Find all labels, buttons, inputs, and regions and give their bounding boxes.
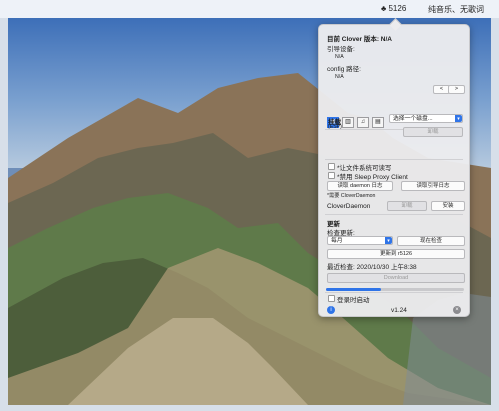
clover-status-item[interactable]: ♣ 5126	[381, 4, 409, 13]
update-progress-fill	[326, 288, 382, 291]
daemon-log-button[interactable]: 读取 daemon 日志	[327, 181, 393, 191]
update-to-button[interactable]: 更新到 r5126	[327, 249, 465, 259]
separator	[325, 159, 463, 160]
separator	[325, 214, 463, 215]
dropdown-arrow-icon: ▾	[455, 115, 462, 122]
info-icon[interactable]: i	[327, 306, 335, 314]
disk-select-value: 选择一个磁盘...	[393, 116, 433, 122]
esp-label: (ESP)	[328, 124, 342, 130]
update-interval-select[interactable]: 每月 ▾	[327, 236, 393, 245]
status-label: 5126	[388, 4, 407, 13]
clover-icon: ♣	[381, 4, 387, 13]
tools-tab-icon[interactable]: ▤	[372, 117, 384, 128]
separator	[325, 292, 463, 293]
theme-tab-icon[interactable]: ▥	[342, 117, 354, 128]
clover-panel: 目前 Clover 版本: N/A 引导设备: N/A config 路径: N…	[318, 18, 470, 317]
clover-daemon-label: CloverDaemon	[327, 203, 371, 210]
music-tab-icon[interactable]: ♫	[357, 117, 369, 128]
dropdown-arrow-icon: ▾	[385, 237, 392, 244]
boot-device-label: 引导设备:	[327, 46, 355, 53]
config-path-value: N/A	[335, 74, 344, 80]
clover-version-label: 目前 Clover 版本: N/A	[327, 36, 393, 43]
update-interval-value: 每月	[331, 238, 343, 244]
sleep-proxy-checkbox[interactable]	[328, 172, 335, 179]
check-now-button[interactable]: 现在检查	[397, 236, 465, 246]
forward-button[interactable]: >	[448, 85, 465, 94]
login-start-checkbox[interactable]	[328, 295, 335, 302]
filesystem-rw-checkbox[interactable]	[328, 163, 335, 170]
sleep-proxy-label: *禁用 Sleep Proxy Client	[337, 174, 408, 181]
config-path-label: config 路径:	[327, 66, 361, 73]
unmount-button[interactable]: 卸载	[403, 127, 463, 137]
disk-select[interactable]: 选择一个磁盘... ▾	[389, 114, 463, 123]
daemon-note: *需要 CloverDaemon	[327, 193, 376, 199]
close-icon[interactable]: ×	[453, 306, 461, 314]
update-progress	[326, 288, 464, 291]
now-playing-text[interactable]: 纯音乐、无歌词	[428, 4, 496, 15]
install-button[interactable]: 安装	[431, 201, 465, 211]
boot-log-button[interactable]: 读取引导日志	[401, 181, 465, 191]
version-label: v1.24	[391, 307, 407, 314]
menu-bar: ♣ 5126 纯音乐、无歌词	[0, 0, 499, 18]
last-check-label: 最近检查: 2020/10/30 上午8:38	[327, 264, 417, 271]
download-button[interactable]: Download	[327, 273, 465, 283]
login-start-label: 登录时启动	[337, 297, 370, 304]
boot-device-value: N/A	[335, 54, 344, 60]
daemon-unmount-button[interactable]: 卸载	[387, 201, 427, 211]
